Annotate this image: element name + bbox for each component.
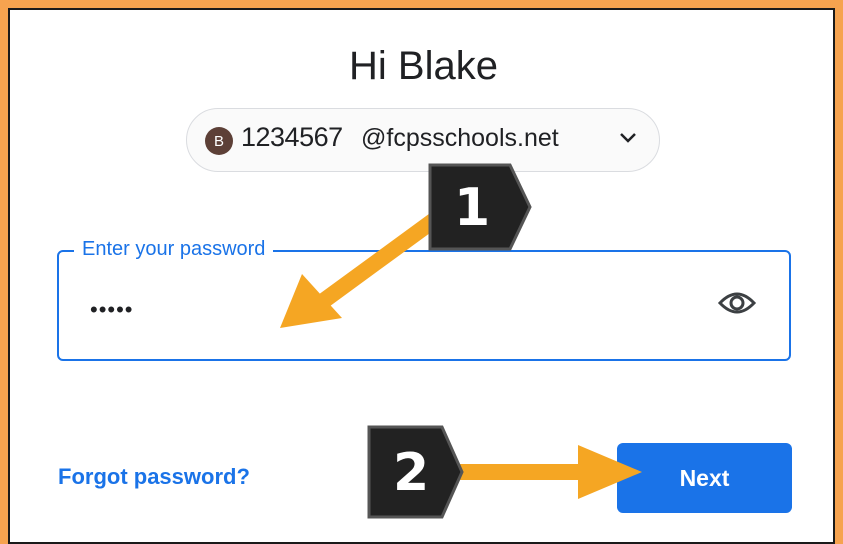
chevron-down-icon[interactable] [618, 131, 638, 150]
password-label: Enter your password [74, 238, 274, 261]
page-title: Hi Blake [349, 44, 498, 88]
arrow-2-icon [457, 445, 642, 499]
login-panel: Hi Blake B 1234567 @fcpsschools.net Ente… [8, 8, 835, 544]
password-input[interactable]: ••••• [90, 297, 134, 323]
step-1-number: 1 [454, 178, 491, 238]
password-field[interactable] [57, 250, 791, 361]
account-domain: @fcpsschools.net [361, 124, 559, 152]
forgot-password-link[interactable]: Forgot password? [58, 464, 250, 490]
account-chip[interactable]: B 1234567 @fcpsschools.net [186, 108, 660, 172]
account-id: 1234567 [241, 122, 343, 152]
eye-icon[interactable] [717, 288, 757, 323]
step-2-number: 2 [393, 443, 430, 503]
next-button[interactable]: Next [617, 443, 792, 513]
avatar: B [205, 127, 233, 155]
